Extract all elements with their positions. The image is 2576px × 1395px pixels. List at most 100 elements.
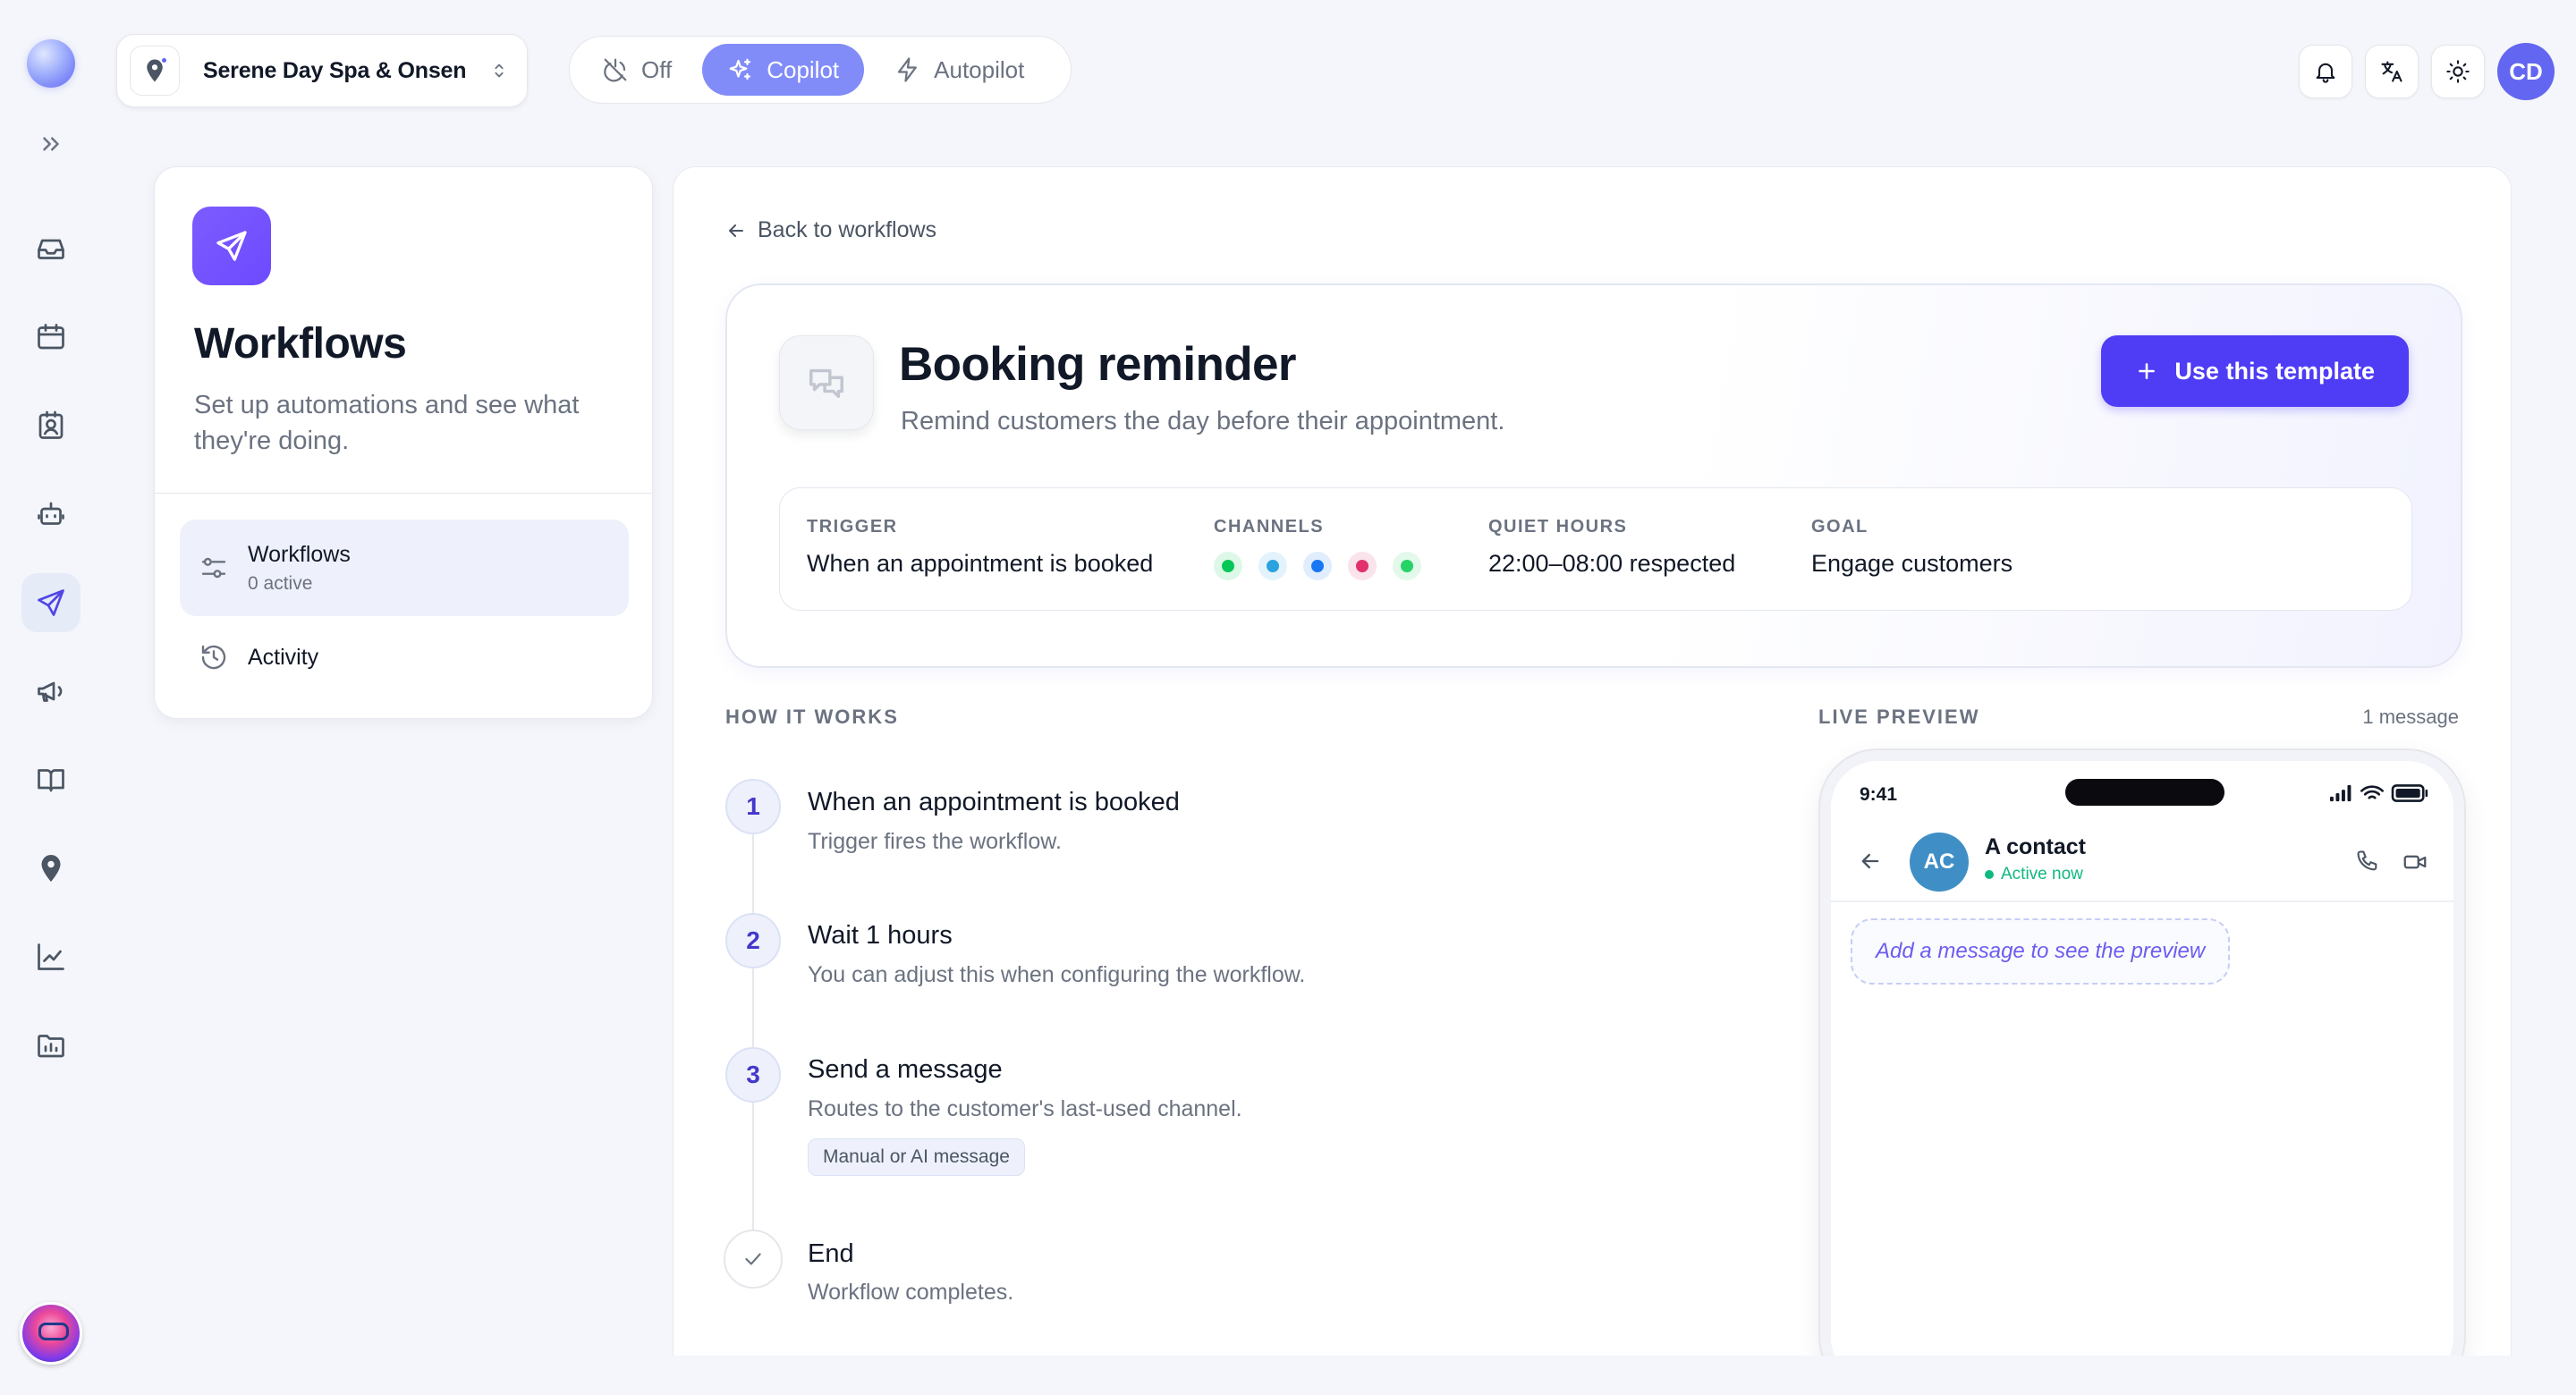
side-item-label: Workflows [248, 541, 351, 567]
step-description: Workflow completes. [808, 1280, 1014, 1305]
step-description: Routes to the customer's last-used chann… [808, 1096, 1242, 1121]
message-type-tag: Manual or AI message [808, 1138, 1025, 1176]
calendar-icon [38, 324, 64, 350]
automation-mode-toggle: Off Copilot Autopilot [569, 36, 1072, 104]
nav-locations[interactable] [21, 839, 80, 898]
side-item-activity[interactable]: Activity [180, 627, 629, 688]
left-rail [0, 0, 102, 1395]
channels-summary: CHANNELS [1214, 517, 1421, 580]
notifications-button[interactable] [2299, 45, 2352, 98]
phone-time: 9:41 [1860, 784, 1898, 805]
quiet-hours-summary: QUIET HOURS 22:00–08:00 respected [1488, 517, 1735, 578]
contacts-icon [38, 410, 64, 439]
chevron-up-down-icon [495, 63, 504, 78]
step-connector [752, 968, 754, 1049]
nav-reports[interactable] [21, 1016, 80, 1075]
channels-label: CHANNELS [1214, 517, 1325, 537]
panel-divider [155, 493, 652, 494]
chat-bubbles-icon [809, 368, 843, 399]
template-icon [779, 335, 874, 430]
template-subtitle: Remind customers the day before their ap… [901, 407, 1505, 435]
messenger-channel-icon [1303, 552, 1332, 580]
step-description: You can adjust this when configuring the… [808, 962, 1306, 987]
inbox-icon [38, 239, 64, 259]
phone-status-bar [2330, 784, 2430, 802]
chat-header: AC A contact Active now [1831, 822, 2453, 902]
business-status-dot [160, 56, 168, 64]
whatsapp-channel-icon [1393, 552, 1421, 580]
mode-autopilot[interactable]: Autopilot [869, 44, 1049, 96]
mode-off-label: Off [641, 55, 673, 83]
nav-bots[interactable] [21, 485, 80, 544]
online-dot [1985, 870, 1994, 879]
step-title: Send a message [808, 1055, 1003, 1084]
step-number: 1 [725, 779, 781, 834]
step-end-marker [724, 1230, 783, 1289]
contact-status-label: Active now [2001, 865, 2083, 884]
trigger-value: When an appointment is booked [807, 550, 1154, 577]
nav-calendar[interactable] [21, 308, 80, 367]
app-logo[interactable] [27, 39, 75, 88]
step-description: Trigger fires the workflow. [808, 829, 1062, 854]
bot-icon [38, 502, 64, 525]
template-hero-card: Booking reminder Remind customers the da… [725, 283, 2462, 668]
mode-copilot[interactable]: Copilot [702, 44, 865, 96]
contact-status: Active now [1985, 865, 2083, 884]
phone-call-icon[interactable] [2355, 849, 2380, 874]
goal-value: Engage customers [1811, 550, 2013, 577]
workflows-panel: Workflows Set up automations and see wha… [154, 166, 653, 719]
phone-preview: 9:41 AC A contact Active now Add a messa… [1820, 750, 2464, 1356]
step-title: End [808, 1239, 854, 1268]
nav-knowledge[interactable] [21, 750, 80, 809]
mode-copilot-label: Copilot [767, 55, 840, 83]
account-avatar[interactable]: CD [2497, 43, 2555, 100]
translate-icon [2381, 61, 2402, 82]
arrow-left-icon[interactable] [1858, 849, 1883, 874]
video-call-icon[interactable] [2402, 849, 2428, 875]
nav-inbox[interactable] [21, 219, 80, 278]
business-icon [130, 46, 180, 96]
contact-avatar: AC [1910, 833, 1969, 892]
use-template-label: Use this template [2174, 357, 2375, 385]
nav-campaigns[interactable] [21, 662, 80, 721]
panel-subtitle: Set up automations and see what they're … [194, 391, 580, 455]
expand-sidebar-icon[interactable] [38, 131, 64, 157]
reports-icon [38, 1035, 64, 1058]
sun-icon [2446, 60, 2470, 83]
history-icon [201, 645, 226, 670]
use-template-button[interactable]: Use this template [2101, 335, 2409, 407]
goal-summary: GOAL Engage customers [1811, 517, 2012, 578]
back-to-workflows-link[interactable]: Back to workflows [725, 217, 936, 243]
channel-list [1214, 552, 1421, 580]
theme-toggle-button[interactable] [2431, 45, 2485, 98]
quiet-hours-label: QUIET HOURS [1488, 517, 1628, 537]
message-count: 1 message [2362, 706, 2459, 728]
send-icon [38, 589, 64, 616]
goal-label: GOAL [1811, 517, 1868, 537]
arrow-left-icon [729, 224, 743, 237]
location-icon [41, 855, 61, 882]
user-profile-avatar[interactable] [20, 1302, 82, 1365]
bell-icon [2316, 63, 2335, 83]
mode-off[interactable]: Off [577, 44, 697, 96]
power-off-icon [604, 58, 627, 82]
nav-analytics[interactable] [21, 927, 80, 986]
step-title: When an appointment is booked [808, 788, 1180, 816]
sliders-icon [201, 557, 226, 579]
telegram-channel-icon [1258, 552, 1287, 580]
nav-workflows[interactable] [21, 573, 80, 632]
live-preview-heading: LIVE PREVIEW [1818, 706, 1980, 728]
mode-autopilot-label: Autopilot [934, 55, 1025, 83]
nav-contacts[interactable] [21, 396, 80, 455]
chart-icon [38, 943, 64, 970]
language-button[interactable] [2365, 45, 2419, 98]
sparkles-icon [729, 58, 751, 80]
business-switcher[interactable]: Serene Day Spa & Onsen [116, 34, 528, 107]
step-title: Wait 1 hours [808, 921, 953, 950]
workflows-logo [192, 207, 271, 285]
step-number: 2 [725, 913, 781, 968]
plus-icon [2139, 363, 2156, 379]
side-item-workflows[interactable]: Workflows 0 active [180, 520, 629, 616]
check-icon [745, 1253, 761, 1265]
trigger-label: TRIGGER [807, 517, 898, 537]
